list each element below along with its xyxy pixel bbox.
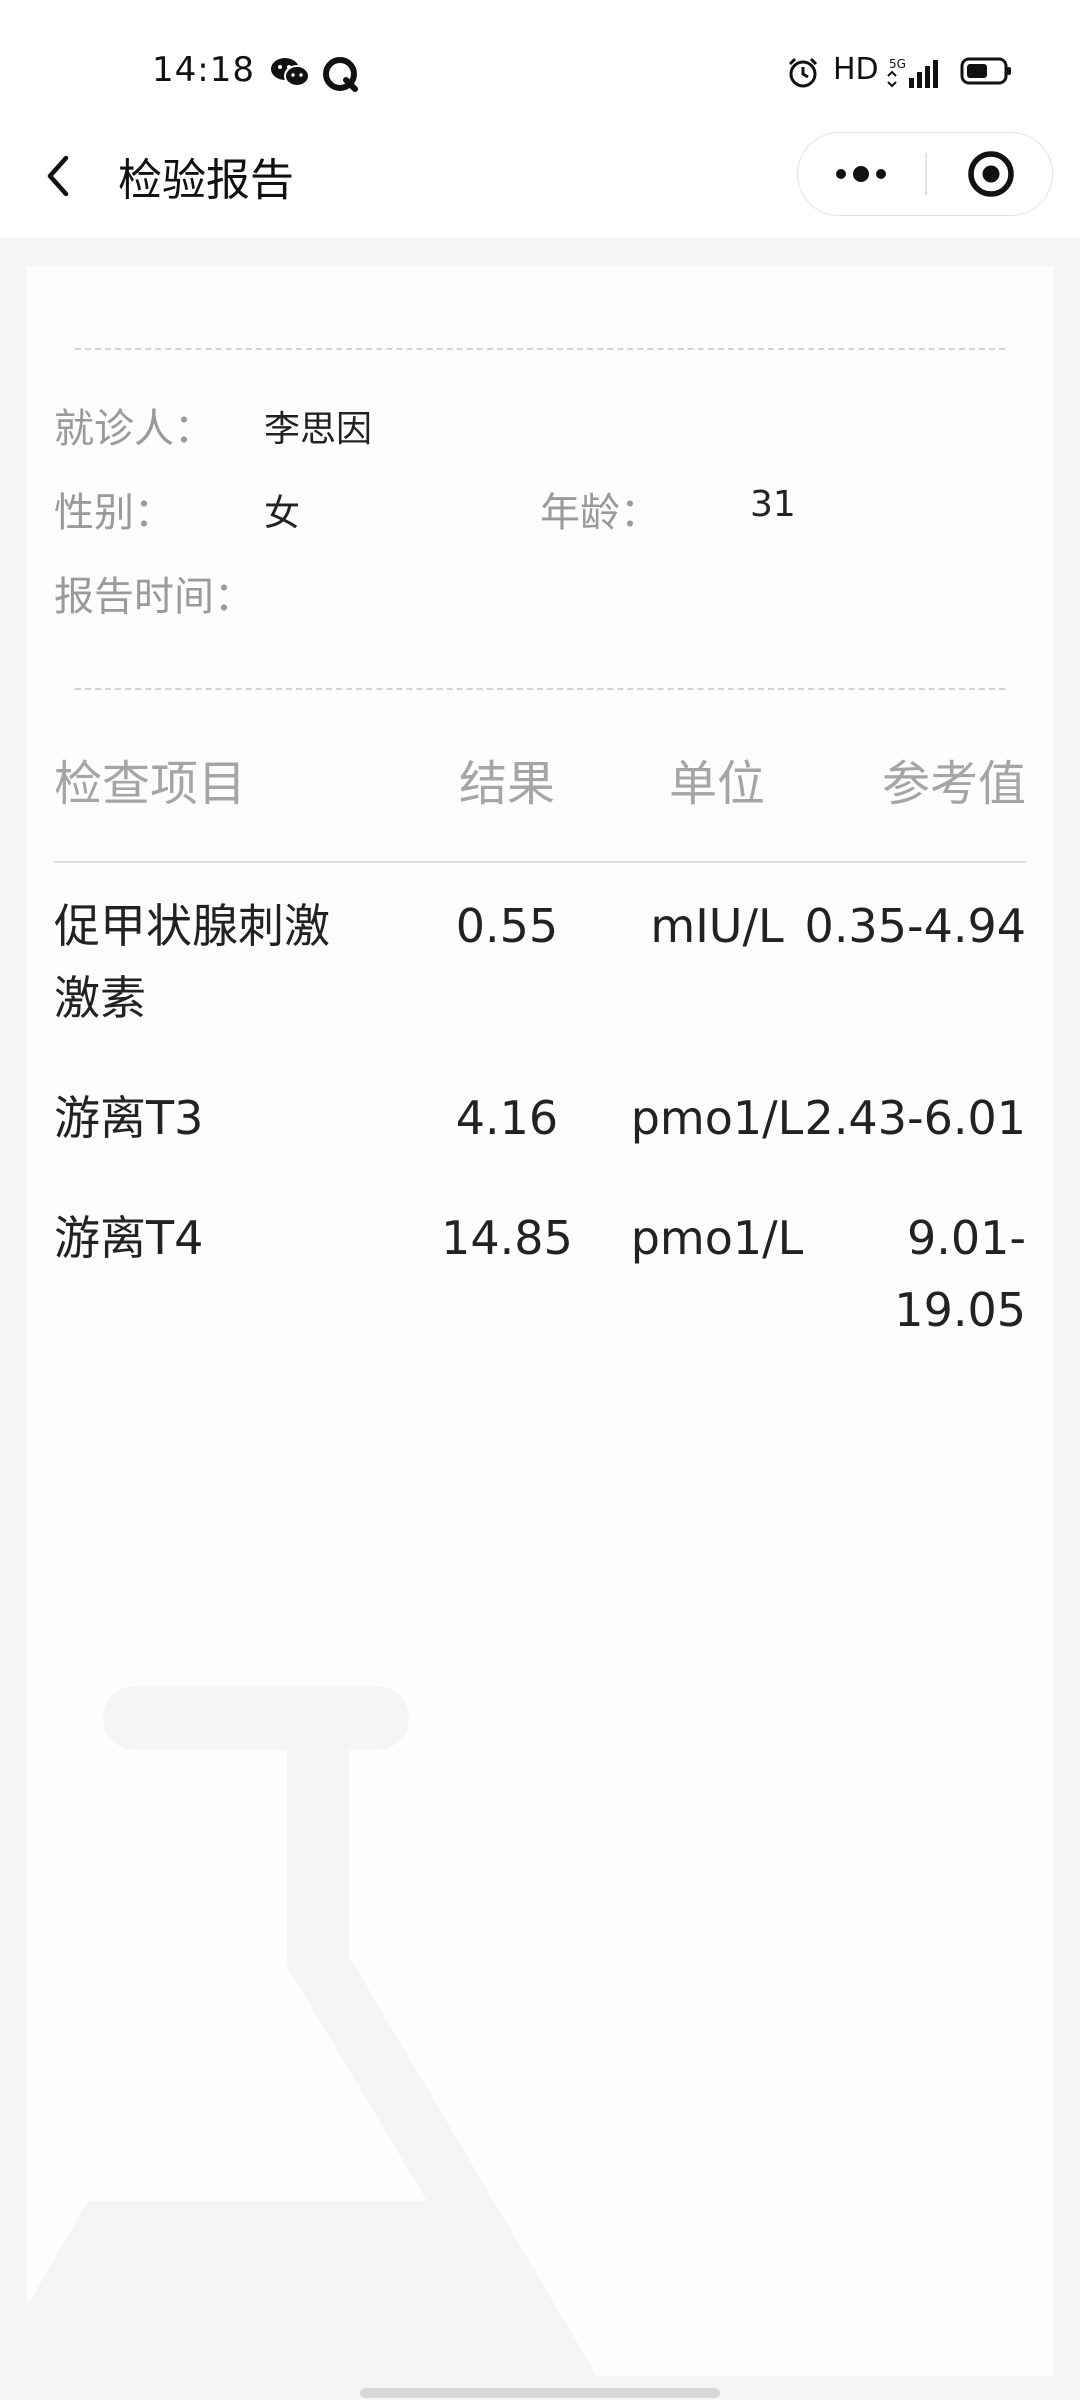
table-row-2-reference: 2.43-6.01 — [787, 1082, 1026, 1154]
target-circle-icon — [968, 151, 1014, 197]
status-bar: 14:18 HD 5G — [0, 0, 1080, 140]
table-row-3-item: 游离T4 — [54, 1202, 414, 1274]
table-row-1-item: 促甲状腺刺激 激素 — [54, 890, 414, 1034]
alarm-icon — [788, 57, 818, 88]
table-row-1-result: 0.55 — [455, 899, 559, 953]
table-row-2-item: 游离T3 — [54, 1082, 414, 1154]
row-3-reference-line2: 19.05 — [894, 1283, 1026, 1337]
chevron-left-icon — [47, 155, 69, 197]
table-row-1-reference: 0.35-4.94 — [787, 890, 1026, 962]
dashed-divider-top — [75, 348, 1005, 350]
patient-name-label: 就诊人： — [54, 406, 214, 452]
header-item: 检查项目 — [54, 756, 247, 812]
table-row-2-result: 4.16 — [455, 1091, 559, 1145]
back-button[interactable] — [30, 146, 90, 206]
dashed-divider-bottom — [75, 688, 1005, 690]
nav-bar: 检验报告 — [0, 120, 1080, 238]
table-header-divider — [54, 861, 1026, 863]
hd-indicator: HD — [833, 52, 879, 87]
qq-browser-icon — [323, 57, 358, 92]
status-time: 14:18 — [152, 50, 255, 90]
table-row-3-reference: 9.01- 19.05 — [787, 1202, 1026, 1346]
row-3-reference-line1: 9.01- — [906, 1211, 1026, 1265]
row-1-reference-line1: 0.35-4.94 — [804, 899, 1026, 953]
mini-program-capsule — [797, 132, 1053, 216]
more-dots-icon — [836, 166, 886, 182]
page-title: 检验报告 — [118, 155, 294, 206]
header-reference: 参考值 — [881, 756, 1026, 812]
report-card: 就诊人： 李思因 性别： 女 年龄： 31 报告时间： 检查项目 结果 单位 参… — [27, 266, 1053, 2376]
signal-5g-icon: 5G — [887, 57, 938, 88]
row-2-item-line1: 游离T3 — [54, 1091, 204, 1145]
gender-label: 性别： — [54, 490, 174, 536]
table-row-3-result: 14.85 — [441, 1211, 573, 1265]
close-mini-program-button[interactable] — [927, 133, 1052, 215]
row-3-item-line1: 游离T4 — [54, 1211, 204, 1265]
page: 14:18 HD 5G 检验报告 就诊人： 李思因 性别： 女 年龄： 31 报… — [0, 0, 1080, 2400]
age-value: 31 — [750, 484, 796, 525]
more-menu-button[interactable] — [798, 133, 925, 215]
home-indicator[interactable] — [360, 2388, 720, 2398]
header-result: 结果 — [458, 756, 555, 812]
gender-value: 女 — [264, 493, 301, 534]
battery-icon — [960, 57, 1011, 85]
row-1-item-line1: 促甲状腺刺激 — [54, 899, 330, 953]
report-time-label: 报告时间： — [54, 574, 254, 620]
row-2-reference-line1: 2.43-6.01 — [804, 1091, 1026, 1145]
network-label: 5G — [889, 57, 906, 71]
row-1-item-line2: 激素 — [54, 971, 146, 1025]
wechat-icon — [271, 58, 310, 87]
patient-name: 李思因 — [264, 409, 373, 450]
age-label: 年龄： — [540, 490, 660, 536]
